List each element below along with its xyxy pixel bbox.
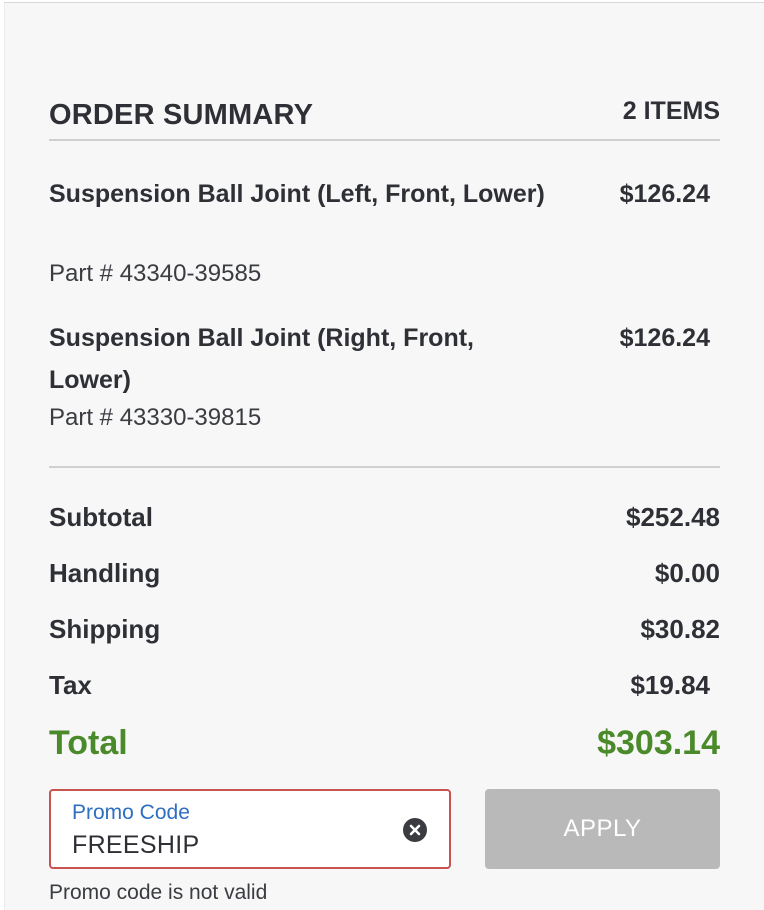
- list-item: Suspension Ball Joint (Right, Front, Low…: [49, 317, 720, 461]
- list-item: Suspension Ball Joint (Left, Front, Lowe…: [49, 173, 720, 317]
- item-name: Suspension Ball Joint (Right, Front, Low…: [49, 324, 474, 394]
- close-circle-icon[interactable]: [403, 818, 427, 842]
- total-value: $303.14: [597, 723, 720, 762]
- total-label: Total: [49, 723, 128, 762]
- summary-divider: [49, 466, 720, 468]
- item-price: $126.24: [619, 180, 710, 208]
- handling-row: Handling $0.00: [49, 545, 720, 601]
- shipping-label: Shipping: [49, 613, 161, 644]
- apply-promo-button[interactable]: APPLY: [485, 789, 720, 869]
- total-row: Total $303.14: [49, 713, 720, 773]
- order-summary-header: ORDER SUMMARY 2 ITEMS: [49, 95, 720, 141]
- shipping-value: $30.82: [640, 613, 720, 644]
- tax-value: $19.84: [630, 669, 710, 700]
- order-summary-panel: ORDER SUMMARY 2 ITEMS Suspension Ball Jo…: [4, 2, 764, 910]
- item-name: Suspension Ball Joint (Left, Front, Lowe…: [49, 180, 545, 208]
- shipping-row: Shipping $30.82: [49, 601, 720, 657]
- close-x-glyph: [409, 824, 421, 836]
- order-items-list: Suspension Ball Joint (Left, Front, Lowe…: [49, 173, 720, 461]
- handling-label: Handling: [49, 557, 161, 588]
- tax-row: Tax $19.84: [49, 657, 720, 713]
- subtotal-row: Subtotal $252.48: [49, 489, 720, 545]
- item-price: $126.24: [619, 324, 710, 352]
- promo-error-message: Promo code is not valid: [49, 881, 268, 904]
- promo-code-label: Promo Code: [72, 801, 190, 824]
- promo-code-input[interactable]: FREESHIP: [72, 831, 199, 860]
- promo-code-field[interactable]: Promo Code FREESHIP: [49, 789, 451, 869]
- subtotal-label: Subtotal: [49, 501, 153, 532]
- item-part-number: Part # 43340-39585: [49, 260, 262, 287]
- subtotal-value: $252.48: [626, 501, 720, 532]
- handling-value: $0.00: [654, 557, 720, 588]
- item-count: 2 ITEMS: [622, 97, 720, 125]
- totals-section: Subtotal $252.48 Handling $0.00 Shipping…: [49, 489, 720, 773]
- order-summary-title: ORDER SUMMARY: [49, 99, 314, 131]
- tax-label: Tax: [49, 669, 92, 700]
- item-part-number: Part # 43330-39815: [49, 404, 262, 431]
